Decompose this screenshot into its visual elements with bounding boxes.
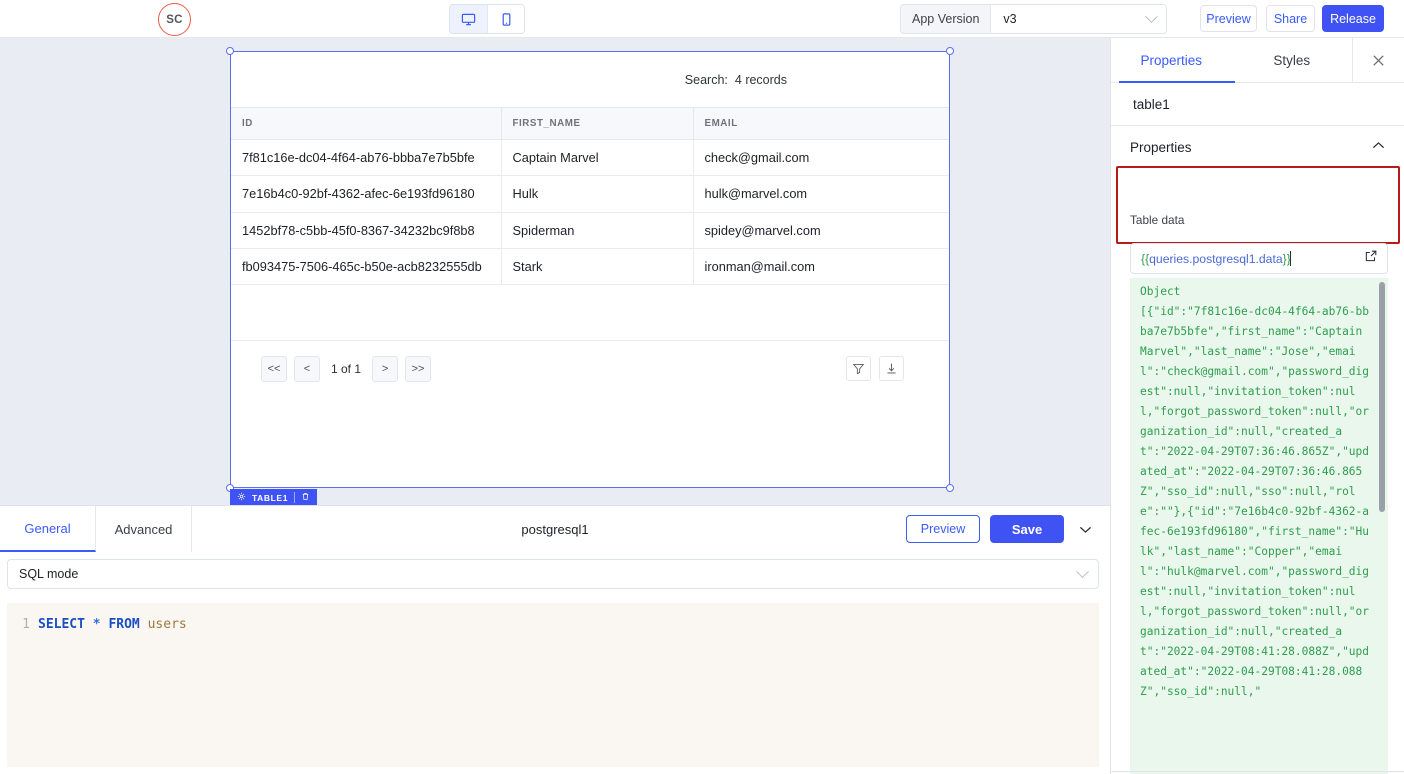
table-search-bar[interactable]: Search: 4 records <box>231 52 949 107</box>
pagination-first-button[interactable]: << <box>261 356 287 382</box>
filter-icon[interactable] <box>846 356 871 381</box>
value-preview-json: [{"id":"7f81c16e-dc04-4f64-ab76-bbba7e7b… <box>1140 305 1369 698</box>
avatar[interactable]: SC <box>158 3 191 36</box>
cell-first-name: Spiderman <box>501 212 693 248</box>
data-table: ID FIRST_NAME EMAIL 7f81c16e-dc04-4f64-a… <box>231 107 949 285</box>
cell-email: hulk@marvel.com <box>693 176 949 212</box>
text-caret <box>1290 251 1291 266</box>
inspector-panel: Properties Styles table1 Properties Tabl… <box>1110 38 1404 774</box>
sql-keyword-from: FROM <box>108 617 139 632</box>
download-icon[interactable] <box>879 356 904 381</box>
external-link-icon[interactable] <box>1364 249 1378 268</box>
table-row[interactable]: fb093475-7506-465c-b50e-acb8232555db Sta… <box>231 248 949 284</box>
value-preview: Object [{"id":"7f81c16e-dc04-4f64-ab76-b… <box>1130 278 1388 774</box>
query-preview-button[interactable]: Preview <box>906 515 980 543</box>
scrollbar-thumb[interactable] <box>1379 282 1385 512</box>
value-open-braces: {{ <box>1141 252 1149 266</box>
table-row[interactable]: 7f81c16e-dc04-4f64-ab76-bbba7e7b5bfe Cap… <box>231 140 949 176</box>
mobile-icon[interactable] <box>487 5 524 33</box>
query-save-button[interactable]: Save <box>990 515 1064 543</box>
pagination-next-button[interactable]: > <box>372 356 398 382</box>
value-expression: queries.postgresql1.data <box>1149 252 1282 266</box>
cell-email: spidey@marvel.com <box>693 212 949 248</box>
pagination-controls[interactable]: << < 1 of 1 > >> <box>261 356 431 382</box>
tab-properties[interactable]: Properties <box>1111 38 1232 82</box>
widget-tag[interactable]: TABLE1 <box>230 489 317 506</box>
search-label: Search: <box>685 73 728 87</box>
trash-icon[interactable] <box>301 492 310 503</box>
properties-section-title: Properties <box>1130 140 1192 155</box>
column-header-email[interactable]: EMAIL <box>693 108 949 140</box>
table-data-value: {{queries.postgresql1.data}} <box>1141 252 1291 266</box>
value-preview-type: Object <box>1140 285 1180 298</box>
table-data-input[interactable]: {{queries.postgresql1.data}} <box>1130 243 1388 274</box>
app-version-value: v3 <box>1003 12 1016 26</box>
sql-mode-label: SQL mode <box>19 567 78 581</box>
sql-table-name: users <box>148 617 187 632</box>
column-header-first-name[interactable]: FIRST_NAME <box>501 108 693 140</box>
cell-email: check@gmail.com <box>693 140 949 176</box>
sql-star: * <box>93 617 101 632</box>
chevron-down-icon <box>1076 565 1089 578</box>
pagination-info: 1 of 1 <box>327 362 365 376</box>
cell-id: 7e16b4c0-92bf-4362-afec-6e193fd96180 <box>231 176 501 212</box>
editor-line: 1 SELECT * FROM users <box>7 603 1099 632</box>
table-widget[interactable]: Search: 4 records ID FIRST_NAME EMAIL 7f… <box>230 51 950 488</box>
resize-handle-top-left[interactable] <box>226 47 234 55</box>
cell-email: ironman@mail.com <box>693 248 949 284</box>
query-panel: General Advanced postgresql1 Preview Sav… <box>0 505 1110 774</box>
highlight-annotation <box>1116 166 1400 244</box>
table-tools[interactable] <box>846 356 904 381</box>
cell-id: 7f81c16e-dc04-4f64-ab76-bbba7e7b5bfe <box>231 140 501 176</box>
sql-keyword-select: SELECT <box>38 617 85 632</box>
editor-code[interactable]: SELECT * FROM users <box>38 617 187 632</box>
cell-first-name: Stark <box>501 248 693 284</box>
widget-tag-label: TABLE1 <box>252 493 288 503</box>
table-data-label: Table data <box>1130 213 1184 227</box>
cell-first-name: Captain Marvel <box>501 140 693 176</box>
cell-id: fb093475-7506-465c-b50e-acb8232555db <box>231 248 501 284</box>
preview-button[interactable]: Preview <box>1200 5 1257 32</box>
table-header-row: ID FIRST_NAME EMAIL <box>231 108 949 140</box>
table-empty-space <box>231 285 949 341</box>
app-version-label: App Version <box>901 5 991 33</box>
query-panel-header: General Advanced postgresql1 Preview Sav… <box>0 506 1110 552</box>
record-count: 4 records <box>735 73 787 87</box>
pagination-prev-button[interactable]: < <box>294 356 320 382</box>
share-button[interactable]: Share <box>1266 5 1315 32</box>
device-toggle-group[interactable] <box>449 4 525 34</box>
tab-advanced[interactable]: Advanced <box>96 506 192 552</box>
cell-first-name: Hulk <box>501 176 693 212</box>
resize-handle-bottom-right[interactable] <box>946 484 954 492</box>
sql-mode-select[interactable]: SQL mode <box>7 559 1099 589</box>
query-actions: Preview Save <box>906 506 1110 552</box>
panel-divider <box>1111 771 1404 772</box>
close-icon[interactable] <box>1352 38 1404 82</box>
pagination-last-button[interactable]: >> <box>405 356 431 382</box>
app-version-control[interactable]: App Version v3 <box>900 4 1167 34</box>
desktop-icon[interactable] <box>450 5 487 33</box>
chevron-up-icon[interactable] <box>1370 137 1387 157</box>
tab-general[interactable]: General <box>0 506 96 552</box>
release-button[interactable]: Release <box>1322 5 1384 32</box>
resize-handle-top-right[interactable] <box>946 47 954 55</box>
properties-section-header[interactable]: Properties <box>1111 126 1404 168</box>
component-name: table1 <box>1111 83 1404 126</box>
column-header-id[interactable]: ID <box>231 108 501 140</box>
chevron-down-icon <box>1146 10 1159 23</box>
line-number: 1 <box>7 617 38 632</box>
table-row[interactable]: 7e16b4c0-92bf-4362-afec-6e193fd96180 Hul… <box>231 176 949 212</box>
table-footer: << < 1 of 1 > >> <box>231 341 949 396</box>
divider <box>294 492 295 503</box>
cell-id: 1452bf78-c5bb-45f0-8367-34232bc9f8b8 <box>231 212 501 248</box>
sql-editor[interactable]: 1 SELECT * FROM users <box>7 603 1099 767</box>
chevron-down-icon[interactable] <box>1074 521 1096 538</box>
gear-icon[interactable] <box>237 492 246 503</box>
table-row[interactable]: 1452bf78-c5bb-45f0-8367-34232bc9f8b8 Spi… <box>231 212 949 248</box>
app-version-select[interactable]: v3 <box>991 5 1166 33</box>
app-canvas[interactable]: Search: 4 records ID FIRST_NAME EMAIL 7f… <box>0 38 1110 505</box>
top-bar: SC App Version v3 Preview Share Release <box>0 0 1404 38</box>
inspector-tabs: Properties Styles <box>1111 38 1404 83</box>
tab-styles[interactable]: Styles <box>1232 38 1353 82</box>
